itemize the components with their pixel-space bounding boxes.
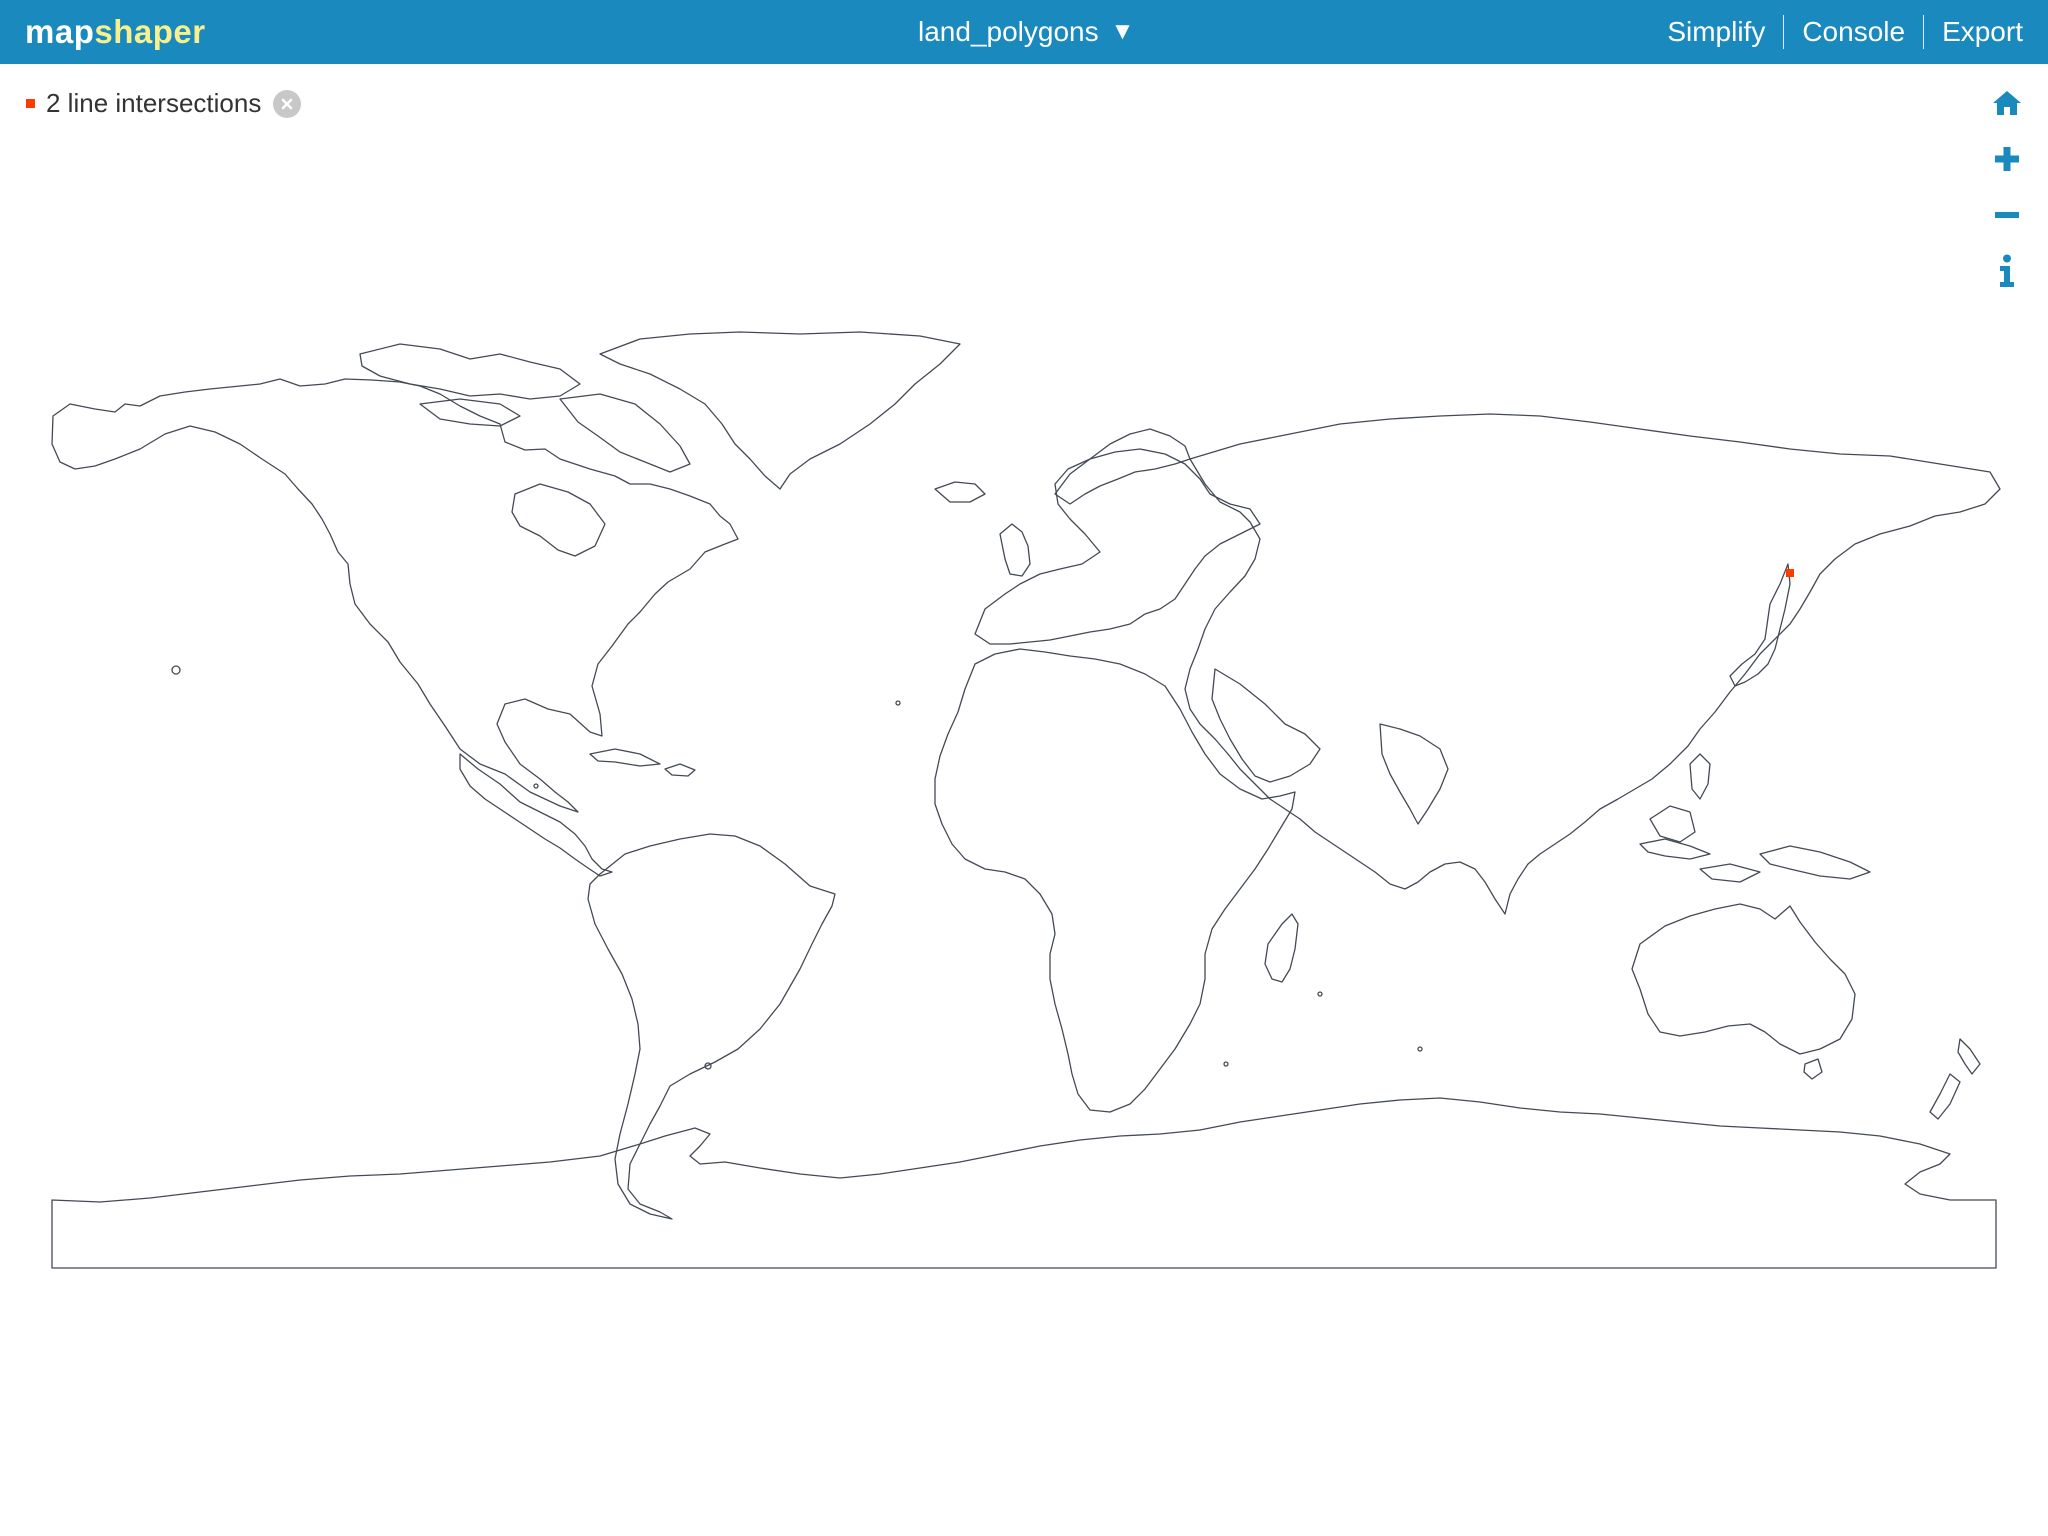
hawaii-island bbox=[171, 665, 181, 675]
kerguelen-island bbox=[1223, 1061, 1229, 1067]
indonesia-outline-1 bbox=[1639, 838, 1711, 860]
india-outline bbox=[1379, 723, 1449, 825]
europe-outline bbox=[974, 448, 1261, 645]
hispaniola-outline bbox=[664, 763, 696, 777]
layer-menu[interactable]: land_polygons ▼ bbox=[918, 12, 1134, 52]
madagascar-outline bbox=[1264, 913, 1299, 983]
indonesia-outline-2 bbox=[1699, 863, 1761, 883]
tasmania-outline bbox=[1803, 1058, 1823, 1080]
philippines-outline bbox=[1689, 753, 1711, 800]
app-logo: mapshaper bbox=[25, 10, 206, 54]
bahamas-island bbox=[533, 783, 539, 789]
antarctica-outline bbox=[51, 1097, 1997, 1269]
arabian-peninsula-outline bbox=[1211, 668, 1321, 783]
layer-menu-label: land_polygons bbox=[918, 16, 1099, 47]
cuba-outline bbox=[589, 748, 661, 767]
logo-part-map: map bbox=[25, 13, 95, 50]
intersection-marker[interactable] bbox=[1786, 569, 1794, 577]
scandinavia-outline bbox=[1054, 428, 1191, 505]
great-britain-outline bbox=[999, 523, 1031, 577]
borneo-outline bbox=[1649, 805, 1696, 843]
new-zealand-outline bbox=[1929, 1038, 1981, 1120]
south-america-outline bbox=[587, 833, 836, 1220]
top-bar: mapshaper land_polygons ▼ Simplify Conso… bbox=[0, 0, 2048, 64]
main-nav: Simplify Console Export bbox=[1649, 13, 2023, 51]
amsterdam-island bbox=[1417, 1046, 1423, 1052]
land-polygons-layer bbox=[51, 331, 2001, 1269]
caret-down-icon: ▼ bbox=[1110, 18, 1135, 45]
iceland-outline bbox=[934, 481, 986, 503]
map-canvas[interactable] bbox=[0, 64, 2048, 1336]
arctic-archipelago-outline bbox=[359, 343, 581, 400]
baffin-island-outline bbox=[559, 393, 691, 473]
asia-outline bbox=[1184, 413, 2001, 915]
africa-outline bbox=[934, 648, 1296, 1113]
north-america-outline bbox=[51, 378, 739, 813]
central-america-outline bbox=[459, 753, 613, 877]
cape-verde-island bbox=[895, 700, 901, 706]
hudson-bay-outline bbox=[511, 483, 606, 557]
australia-outline bbox=[1631, 903, 1856, 1055]
japan-outline bbox=[1729, 563, 1791, 687]
logo-part-shaper: shaper bbox=[94, 13, 206, 50]
export-button[interactable]: Export bbox=[1924, 13, 2023, 51]
simplify-button[interactable]: Simplify bbox=[1649, 13, 1783, 51]
console-button[interactable]: Console bbox=[1784, 13, 1923, 51]
reunion-island bbox=[1317, 991, 1323, 997]
victoria-island-outline bbox=[419, 398, 521, 427]
new-guinea-outline bbox=[1759, 845, 1871, 880]
